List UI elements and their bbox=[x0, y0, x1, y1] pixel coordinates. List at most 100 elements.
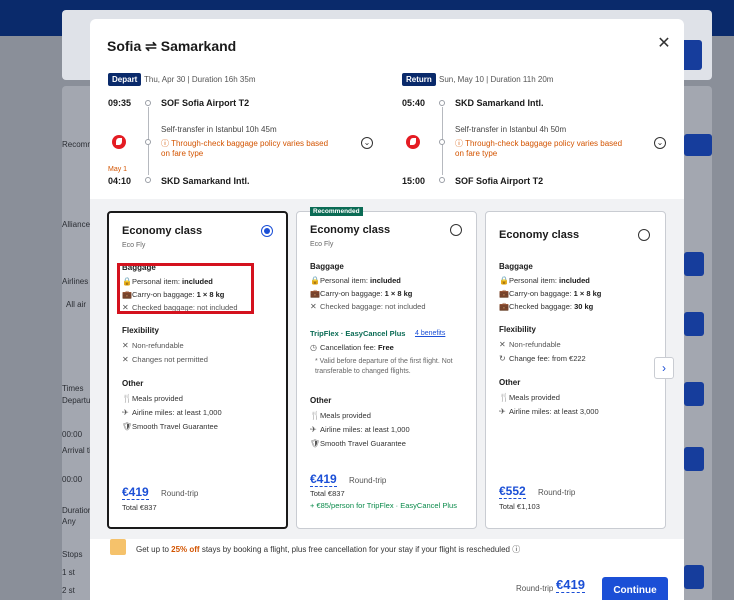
fare-radio-selected[interactable] bbox=[261, 225, 273, 237]
bag-icon: 🔒 bbox=[310, 276, 320, 285]
miles-icon: ✈ bbox=[122, 408, 129, 417]
bg-stops: Stops bbox=[62, 550, 83, 559]
tripflex-addon-price: + €85/person for TripFlex · EasyCancel P… bbox=[310, 501, 457, 510]
timeline-dot bbox=[439, 177, 445, 183]
return-arrive-airport: SOF Sofia Airport T2 bbox=[455, 176, 544, 186]
fare-radio[interactable] bbox=[638, 229, 650, 241]
miles-icon: ✈ bbox=[499, 407, 506, 416]
fare-card-eco-fly[interactable]: Economy class Eco Fly Baggage 🔒Personal … bbox=[107, 211, 288, 529]
other-row: 🍴Meals provided bbox=[499, 393, 560, 402]
depart-badge: Depart bbox=[108, 73, 142, 86]
price-note: Round-trip bbox=[538, 488, 576, 497]
suitcase-icon: 💼 bbox=[310, 289, 320, 298]
bg-time1: 00:00 bbox=[62, 430, 83, 439]
fare-title: Economy class bbox=[310, 224, 391, 236]
recommended-badge: Recommended bbox=[310, 207, 363, 216]
return-arrive-time: 15:00 bbox=[402, 176, 426, 186]
timeline-dot bbox=[145, 139, 151, 145]
checked-row: ✕ Checked baggage: not included bbox=[310, 302, 426, 311]
benefits-link[interactable]: 4 benefits bbox=[415, 330, 445, 337]
info-icon[interactable]: ⓘ bbox=[512, 545, 520, 554]
flex-row: ↻ Change fee: from €222 bbox=[499, 354, 586, 363]
fare-radio[interactable] bbox=[450, 224, 462, 236]
arrive-time: 04:10 bbox=[108, 176, 132, 186]
carryon-row: 💼Carry-on baggage: 1 × 8 kg bbox=[310, 289, 413, 298]
fare-card-eco-flex[interactable]: Economy class Baggage 🔒Personal item: in… bbox=[485, 211, 666, 529]
bg-select-button[interactable] bbox=[684, 252, 704, 276]
return-baggage-warning: ⓘ Through-check baggage policy varies ba… bbox=[455, 139, 623, 158]
bg-any: Any bbox=[62, 517, 76, 526]
tripflex-note: * Valid before departure of the first fl… bbox=[315, 358, 453, 375]
luggage-icon: 💼 bbox=[499, 302, 509, 311]
chevron-right-icon[interactable]: › bbox=[654, 357, 674, 379]
return-depart-airport: SKD Samarkand Intl. bbox=[455, 98, 544, 108]
price-note: Round-trip bbox=[161, 489, 199, 498]
footer-price-note: Round-trip bbox=[516, 584, 554, 593]
fare-price: €419 bbox=[122, 485, 149, 500]
promo-text: Get up to 25% off stays by booking a fli… bbox=[136, 545, 521, 554]
bg-select-button[interactable] bbox=[684, 134, 712, 156]
chevron-down-icon[interactable]: ⌄ bbox=[654, 137, 666, 149]
depart-leg: Depart Thu, Apr 30 | Duration 16h 35m 09… bbox=[108, 73, 373, 193]
other-heading: Other bbox=[499, 378, 521, 387]
transfer-info: Self-transfer in Istanbul 10h 45m bbox=[161, 125, 277, 134]
carryon-row: 💼Carry-on baggage: 1 × 8 kg bbox=[499, 289, 602, 298]
warning-icon: ⓘ bbox=[455, 139, 466, 148]
continue-button[interactable]: Continue bbox=[602, 577, 668, 600]
baggage-heading: Baggage bbox=[499, 262, 533, 271]
fare-total: Total €837 bbox=[310, 489, 345, 498]
shield-icon: 🛡 bbox=[310, 439, 321, 448]
flex-row: ✕ Non-refundable bbox=[122, 341, 184, 350]
chevron-down-icon[interactable]: ⌄ bbox=[361, 137, 373, 149]
return-transfer-info: Self-transfer in Istanbul 4h 50m bbox=[455, 125, 567, 134]
personal-item-row: 🔒Personal item: included bbox=[499, 276, 590, 285]
other-row: 🍴Meals provided bbox=[122, 394, 183, 403]
cross-icon: ✕ bbox=[310, 302, 317, 311]
baggage-highlight-box bbox=[117, 263, 254, 314]
meal-icon: 🍴 bbox=[122, 394, 132, 403]
fare-card-tripflex[interactable]: Recommended Economy class Eco Fly Baggag… bbox=[296, 207, 477, 529]
bg-select-button[interactable] bbox=[684, 565, 704, 589]
fare-price: €552 bbox=[499, 484, 526, 499]
return-depart-time: 05:40 bbox=[402, 98, 426, 108]
miles-icon: ✈ bbox=[310, 425, 317, 434]
return-leg: Return Sun, May 10 | Duration 11h 20m 05… bbox=[402, 73, 666, 193]
other-row: ✈ Airline miles: at least 1,000 bbox=[122, 408, 222, 417]
bg-alliance: Alliance bbox=[62, 220, 91, 229]
timeline-dot bbox=[145, 100, 151, 106]
depart-date-duration: Thu, Apr 30 | Duration 16h 35m bbox=[144, 75, 256, 84]
timeline-dot bbox=[145, 177, 151, 183]
other-row: 🛡Smooth Travel Guarantee bbox=[122, 422, 218, 431]
checked-row: 💼Checked baggage: 30 kg bbox=[499, 302, 594, 311]
bg-departure: Departu bbox=[62, 396, 91, 405]
footer-price: €419 bbox=[556, 577, 585, 593]
change-icon: ↻ bbox=[499, 354, 506, 363]
flexibility-heading: Flexibility bbox=[122, 326, 159, 335]
other-row: 🍴Meals provided bbox=[310, 411, 371, 420]
bg-select-button[interactable] bbox=[684, 447, 704, 471]
bag-icon: 🔒 bbox=[499, 276, 509, 285]
close-icon[interactable]: ✕ bbox=[656, 36, 672, 52]
fare-title: Economy class bbox=[499, 229, 580, 241]
cross-icon: ✕ bbox=[122, 341, 129, 350]
other-row: ✈ Airline miles: at least 3,000 bbox=[499, 407, 599, 416]
flex-row: ✕ Non-refundable bbox=[499, 340, 561, 349]
turkish-airlines-logo-icon bbox=[112, 135, 126, 149]
fare-price: €419 bbox=[310, 472, 337, 487]
cross-icon: ✕ bbox=[499, 340, 506, 349]
cancellation-row: ◷ Cancellation fee: Free bbox=[310, 343, 394, 352]
shield-icon: 🛡 bbox=[122, 422, 133, 431]
personal-item-row: 🔒Personal item: included bbox=[310, 276, 401, 285]
fare-title: Economy class bbox=[122, 225, 203, 237]
clock-icon: ◷ bbox=[310, 343, 317, 352]
other-heading: Other bbox=[122, 379, 144, 388]
other-row: 🛡Smooth Travel Guarantee bbox=[310, 439, 406, 448]
turkish-airlines-logo-icon bbox=[406, 135, 420, 149]
bg-select-button[interactable] bbox=[684, 312, 704, 336]
other-heading: Other bbox=[310, 396, 332, 405]
cross-icon: ✕ bbox=[122, 355, 129, 364]
bg-arrival: Arrival ti bbox=[62, 446, 91, 455]
return-badge: Return bbox=[402, 73, 436, 86]
hotel-promo-icon bbox=[110, 539, 126, 555]
bg-select-button[interactable] bbox=[684, 382, 704, 406]
